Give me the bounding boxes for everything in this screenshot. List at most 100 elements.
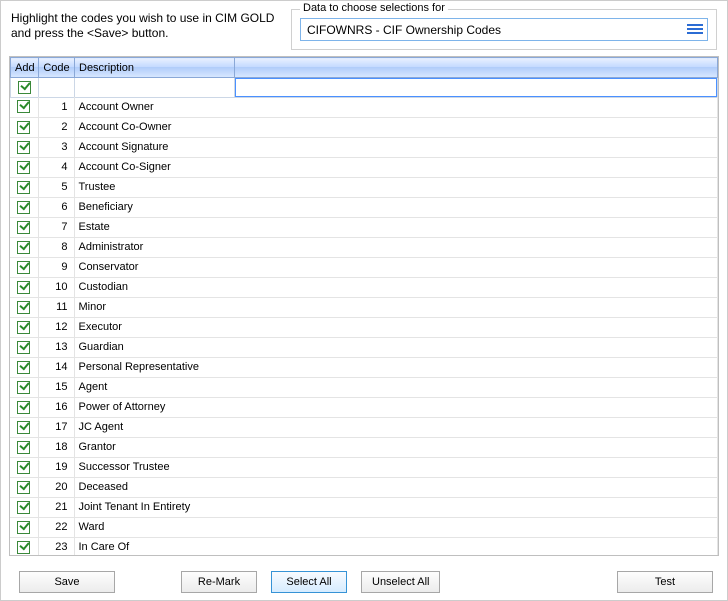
table-row[interactable]: 12Executor [10,317,718,337]
data-selector[interactable]: CIFOWNRS - CIF Ownership Codes [300,18,708,41]
table-row[interactable]: 13Guardian [10,337,718,357]
check-icon [17,321,30,334]
row-description: JC Agent [74,417,718,437]
row-checkbox[interactable] [10,277,38,297]
row-checkbox[interactable] [10,257,38,277]
table-row[interactable]: 7Estate [10,217,718,237]
row-checkbox[interactable] [10,537,38,555]
select-all-button[interactable]: Select All [271,571,347,593]
row-code: 1 [38,97,74,117]
row-checkbox[interactable] [10,437,38,457]
table-row[interactable]: 20Deceased [10,477,718,497]
table-row[interactable]: 14Personal Representative [10,357,718,377]
test-button[interactable]: Test [617,571,713,593]
row-checkbox[interactable] [10,137,38,157]
row-code: 10 [38,277,74,297]
col-header-description[interactable]: Description [75,58,235,78]
data-selector-value: CIFOWNRS - CIF Ownership Codes [307,23,501,37]
row-checkbox[interactable] [10,377,38,397]
app-window: Highlight the codes you wish to use in C… [0,0,728,601]
table-row[interactable]: 15Agent [10,377,718,397]
table-row[interactable]: 5Trustee [10,177,718,197]
row-checkbox[interactable] [10,337,38,357]
row-description: Account Signature [74,137,718,157]
table-row[interactable]: 11Minor [10,297,718,317]
row-code: 2 [38,117,74,137]
row-description: Account Co-Owner [74,117,718,137]
row-checkbox[interactable] [10,417,38,437]
check-icon [17,221,30,234]
row-description: Personal Representative [74,357,718,377]
button-bar: Save Re-Mark Select All Unselect All Tes… [9,570,719,594]
row-description: Minor [74,297,718,317]
row-checkbox[interactable] [10,237,38,257]
table-row[interactable]: 22Ward [10,517,718,537]
row-checkbox[interactable] [10,497,38,517]
check-icon [17,121,30,134]
table-row[interactable]: 1Account Owner [10,97,718,117]
row-checkbox[interactable] [10,457,38,477]
row-checkbox[interactable] [10,357,38,377]
description-filter-input[interactable] [235,78,717,97]
table-row[interactable]: 4Account Co-Signer [10,157,718,177]
data-panel-label: Data to choose selections for [300,2,448,14]
grid-scroll-area[interactable]: 1Account Owner2Account Co-Owner3Account … [10,97,718,555]
row-description: Custodian [74,277,718,297]
row-checkbox[interactable] [10,517,38,537]
check-icon [17,141,30,154]
row-checkbox[interactable] [10,217,38,237]
row-code: 14 [38,357,74,377]
filter-add-checkbox[interactable] [11,78,39,98]
row-checkbox[interactable] [10,97,38,117]
row-description: Trustee [74,177,718,197]
table-row[interactable]: 9Conservator [10,257,718,277]
check-icon [17,401,30,414]
row-description: Conservator [74,257,718,277]
table-row[interactable]: 2Account Co-Owner [10,117,718,137]
check-icon [17,421,30,434]
row-checkbox[interactable] [10,317,38,337]
row-checkbox[interactable] [10,197,38,217]
row-description: Grantor [74,437,718,457]
check-icon [17,541,30,554]
row-description: Account Co-Signer [74,157,718,177]
row-code: 19 [38,457,74,477]
check-icon [17,441,30,454]
row-checkbox[interactable] [10,397,38,417]
filter-desc-cell[interactable] [75,78,235,98]
row-checkbox[interactable] [10,177,38,197]
check-icon [17,261,30,274]
row-code: 18 [38,437,74,457]
row-checkbox[interactable] [10,157,38,177]
table-row[interactable]: 6Beneficiary [10,197,718,217]
table-row[interactable]: 3Account Signature [10,137,718,157]
row-description: Account Owner [74,97,718,117]
data-panel: Data to choose selections for CIFOWNRS -… [291,9,717,50]
row-description: Power of Attorney [74,397,718,417]
table-row[interactable]: 8Administrator [10,237,718,257]
check-icon [17,301,30,314]
row-checkbox[interactable] [10,477,38,497]
table-row[interactable]: 16Power of Attorney [10,397,718,417]
row-description: In Care Of [74,537,718,555]
unselect-all-button[interactable]: Unselect All [361,571,440,593]
row-code: 12 [38,317,74,337]
grid-body: 1Account Owner2Account Co-Owner3Account … [10,97,718,555]
col-header-add[interactable]: Add [11,58,39,78]
table-row[interactable]: 21Joint Tenant In Entirety [10,497,718,517]
table-row[interactable]: 18Grantor [10,437,718,457]
row-code: 16 [38,397,74,417]
filter-code-cell[interactable] [39,78,75,98]
col-header-code[interactable]: Code [39,58,75,78]
save-button[interactable]: Save [19,571,115,593]
check-icon [18,81,31,94]
remark-button[interactable]: Re-Mark [181,571,257,593]
table-row[interactable]: 23In Care Of [10,537,718,555]
row-checkbox[interactable] [10,117,38,137]
row-code: 6 [38,197,74,217]
row-code: 5 [38,177,74,197]
table-row[interactable]: 10Custodian [10,277,718,297]
row-checkbox[interactable] [10,297,38,317]
table-row[interactable]: 19Successor Trustee [10,457,718,477]
table-row[interactable]: 17JC Agent [10,417,718,437]
